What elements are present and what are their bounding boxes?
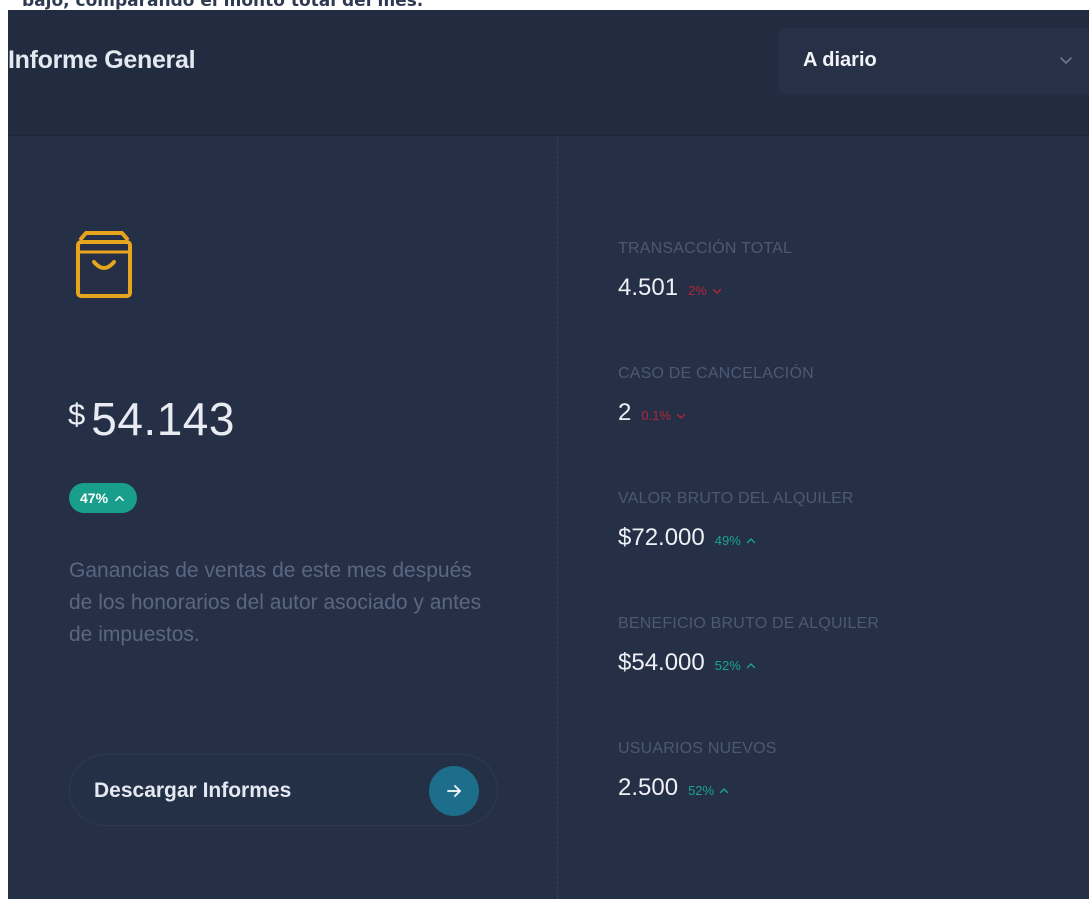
report-card: Informe General A diario $54.143 47% Gan…	[8, 10, 1089, 899]
stat-label: TRANSACCIÓN TOTAL	[618, 240, 793, 257]
stat-total-transactions: TRANSACCIÓN TOTAL 4.501 2%	[618, 240, 1058, 365]
total-amount: $54.143	[68, 392, 235, 446]
stats-list: TRANSACCIÓN TOTAL 4.501 2% CASO DE CANCE…	[618, 240, 1058, 865]
stat-delta: 0.1%	[641, 408, 686, 423]
shopping-bag-icon	[76, 231, 132, 298]
stat-label: USUARIOS NUEVOS	[618, 740, 777, 757]
download-reports-button[interactable]: Descargar Informes	[69, 754, 498, 826]
download-arrow-button[interactable]	[429, 766, 479, 816]
stat-gross-rental-value: VALOR BRUTO DEL ALQUILER $72.000 49%	[618, 490, 1058, 615]
stat-value: $54.000	[618, 649, 705, 676]
chevron-down-icon	[1060, 57, 1072, 64]
stat-delta: 49%	[715, 533, 756, 548]
chevron-down-icon	[712, 288, 722, 294]
chevron-down-icon	[676, 413, 686, 419]
chevron-up-icon	[719, 787, 729, 793]
amount-value: 54.143	[91, 393, 235, 445]
amount-currency: $	[68, 397, 86, 432]
stat-new-users: USUARIOS NUEVOS 2.500 52%	[618, 740, 1058, 865]
stat-delta: 52%	[688, 783, 729, 798]
download-reports-label: Descargar Informes	[94, 779, 292, 802]
stat-label: VALOR BRUTO DEL ALQUILER	[618, 490, 854, 507]
stat-value: 2.500	[618, 774, 679, 801]
stat-value: 2	[618, 399, 632, 426]
stat-label: CASO DE CANCELACIÓN	[618, 365, 814, 382]
stat-value: 4.501	[618, 274, 679, 301]
period-select[interactable]: A diario	[778, 28, 1089, 94]
stat-label: BENEFICIO BRUTO DE ALQUILER	[618, 615, 880, 632]
stat-value: $72.000	[618, 524, 705, 551]
stat-delta: 52%	[715, 658, 756, 673]
chevron-up-icon	[746, 662, 755, 668]
card-title: Informe General	[8, 46, 196, 74]
summary-description: Ganancias de ventas de este mes después …	[69, 559, 482, 646]
stat-delta: 2%	[688, 283, 722, 298]
card-header: Informe General A diario	[8, 10, 1089, 136]
arrow-right-icon	[447, 785, 461, 797]
column-divider	[557, 136, 558, 899]
period-select-value: A diario	[803, 49, 877, 71]
chevron-up-icon	[115, 495, 124, 501]
stat-gross-rental-profit: BENEFICIO BRUTO DE ALQUILER $54.000 52%	[618, 615, 1058, 740]
chevron-up-icon	[746, 537, 755, 543]
trend-badge: 47%	[69, 483, 138, 513]
trend-percent: 47%	[80, 490, 109, 506]
stat-cancellations: CASO DE CANCELACIÓN 2 0.1%	[618, 365, 1058, 490]
